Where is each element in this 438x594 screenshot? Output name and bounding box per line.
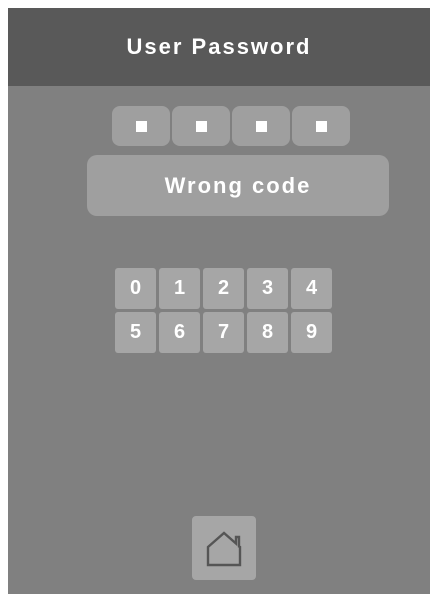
pin-dot-icon	[255, 120, 267, 132]
key-5[interactable]: 5	[115, 312, 156, 353]
pin-slot-1	[112, 106, 170, 146]
key-4[interactable]: 4	[291, 268, 332, 309]
pin-dot-icon	[315, 120, 327, 132]
pin-entry-row	[112, 106, 350, 146]
numeric-keypad: 0 1 2 3 4 5 6 7 8 9	[115, 268, 332, 353]
pin-slot-4	[292, 106, 350, 146]
key-6[interactable]: 6	[159, 312, 200, 353]
home-icon	[206, 531, 242, 567]
home-button[interactable]	[192, 516, 256, 580]
key-7[interactable]: 7	[203, 312, 244, 353]
key-8[interactable]: 8	[247, 312, 288, 353]
key-2[interactable]: 2	[203, 268, 244, 309]
status-message-text: Wrong code	[164, 172, 312, 198]
key-3[interactable]: 3	[247, 268, 288, 309]
password-screen: User Password Wrong code 0 1 2 3 4 5 6 7…	[8, 8, 430, 594]
header-bar: User Password	[8, 8, 430, 86]
page-title: User Password	[126, 34, 312, 59]
pin-dot-icon	[135, 120, 147, 132]
status-message: Wrong code	[87, 155, 389, 216]
key-0[interactable]: 0	[115, 268, 156, 309]
key-9[interactable]: 9	[291, 312, 332, 353]
key-1[interactable]: 1	[159, 268, 200, 309]
pin-dot-icon	[195, 120, 207, 132]
pin-slot-2	[172, 106, 230, 146]
pin-slot-3	[232, 106, 290, 146]
